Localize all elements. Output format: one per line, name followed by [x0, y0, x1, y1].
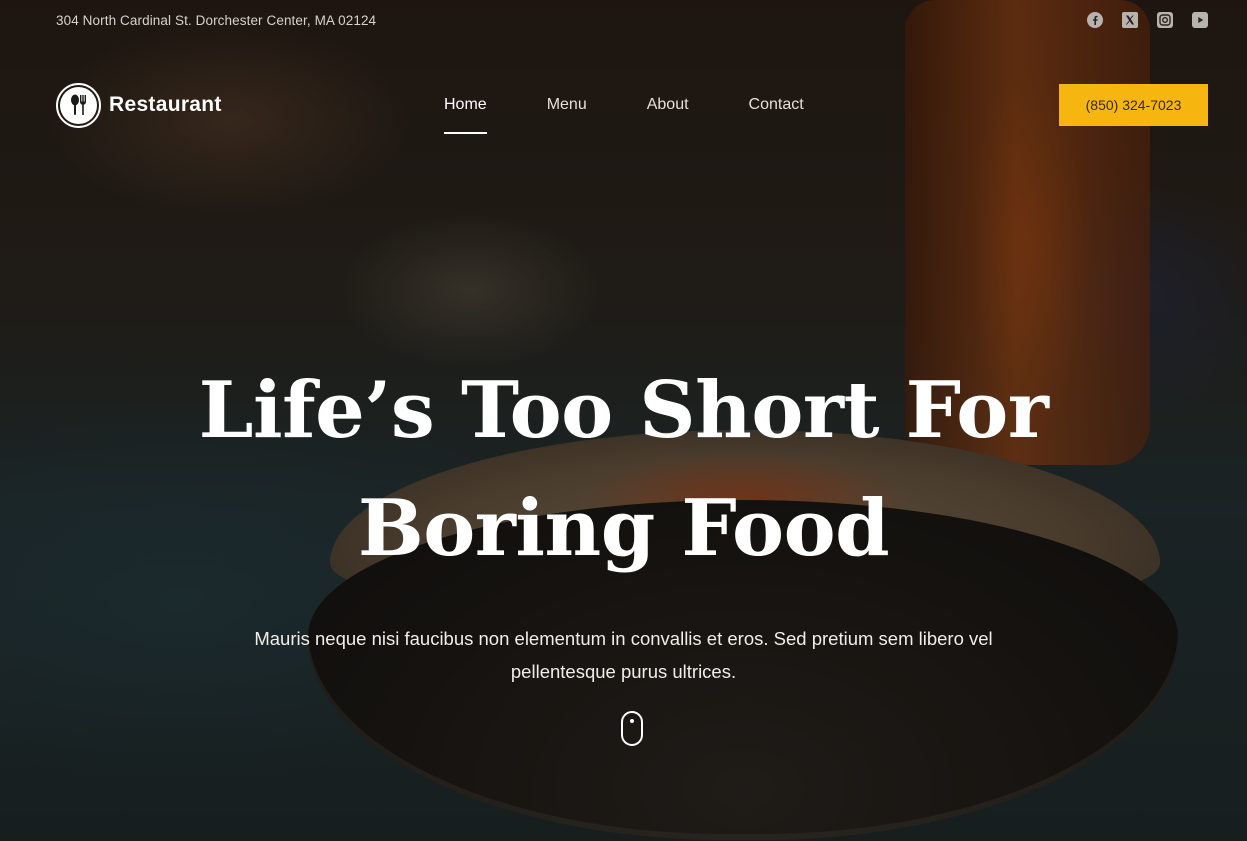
- youtube-icon[interactable]: [1192, 12, 1208, 28]
- hero-section: Life’s Too Short For Boring Food Mauris …: [0, 352, 1247, 688]
- main-nav: Home Menu About Contact: [444, 83, 864, 134]
- nav-item-home[interactable]: Home: [444, 83, 487, 134]
- brand-name: Restaurant: [109, 93, 222, 116]
- mouse-scroll-icon[interactable]: [621, 711, 643, 746]
- x-twitter-icon[interactable]: [1122, 12, 1138, 28]
- spoon-fork-icon: [56, 82, 101, 128]
- nav-item-about[interactable]: About: [647, 83, 689, 127]
- nav-item-contact[interactable]: Contact: [749, 83, 804, 127]
- facebook-icon[interactable]: [1087, 12, 1103, 28]
- hero-headline: Life’s Too Short For Boring Food: [198, 365, 1049, 574]
- address-text: 304 North Cardinal St. Dorchester Center…: [56, 12, 377, 28]
- scroll-dot: [630, 719, 634, 723]
- instagram-icon[interactable]: [1157, 12, 1173, 28]
- social-links: [1087, 12, 1208, 28]
- phone-button[interactable]: (850) 324-7023: [1059, 84, 1208, 126]
- hero-subtext: Mauris neque nisi faucibus non elementum…: [254, 628, 993, 682]
- site-header: Restaurant Home Menu About Contact (850)…: [56, 82, 1208, 134]
- brand-logo-link[interactable]: Restaurant: [56, 82, 222, 128]
- top-bar: 304 North Cardinal St. Dorchester Center…: [56, 10, 1208, 30]
- nav-item-menu[interactable]: Menu: [547, 83, 587, 127]
